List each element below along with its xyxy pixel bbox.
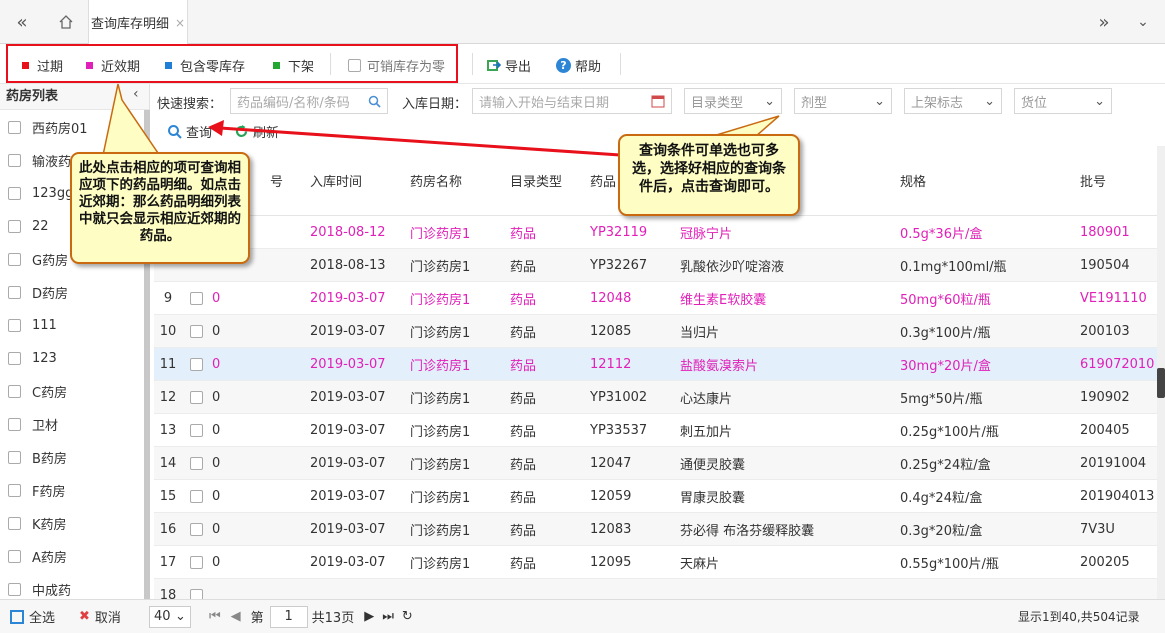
right-callout: 查询条件可单选也可多选，选择好相应的查询条件后，点击查询即可。 (618, 134, 800, 216)
left-callout-pointer (101, 83, 162, 161)
left-callout: 此处点击相应的项可查询相应项下的药品明细。如点击近郊期：那么药品明细列表中就只会… (70, 152, 250, 264)
arrow-head (208, 120, 224, 136)
arrow-line (219, 126, 621, 157)
annotation-arrows (101, 83, 780, 161)
